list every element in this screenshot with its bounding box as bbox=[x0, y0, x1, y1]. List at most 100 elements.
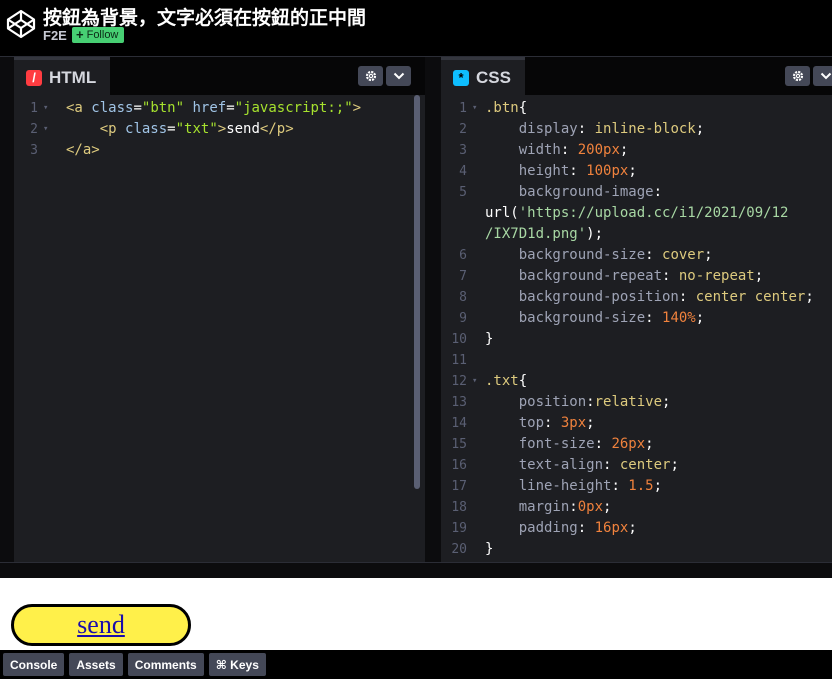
code-line[interactable]: 6 background-size: cover; bbox=[441, 245, 832, 266]
html-editor-pane: / HTML 1 ▾ <a class="btn" href="javascript… bbox=[14, 57, 425, 562]
code-token: background-position bbox=[518, 289, 679, 305]
line-number: 8 bbox=[459, 290, 467, 305]
code-token: ; bbox=[695, 121, 705, 137]
code-token: height bbox=[518, 163, 570, 179]
css-code-editor[interactable]: 1 ▾ .btn{2 display: inline-block; 3 width: … bbox=[441, 95, 832, 562]
code-token: center center bbox=[695, 289, 806, 305]
code-line[interactable]: 1 ▾ <a class="btn" href="javascript:;"> bbox=[14, 98, 425, 119]
code-text: text-align: center; bbox=[485, 455, 679, 476]
code-token: ; bbox=[670, 457, 679, 473]
code-token: = bbox=[167, 121, 176, 137]
code-line[interactable]: /IX7D1d.png'); bbox=[441, 224, 832, 245]
code-line[interactable]: 13 position:relative; bbox=[441, 392, 832, 413]
code-line[interactable]: 16 text-align: center; bbox=[441, 455, 832, 476]
code-line[interactable]: 2 display: inline-block; bbox=[441, 119, 832, 140]
code-line[interactable]: 1 ▾ .btn{ bbox=[441, 98, 832, 119]
author-name[interactable]: F2E bbox=[43, 28, 67, 43]
code-token: : bbox=[586, 394, 595, 410]
console-button[interactable]: Console bbox=[3, 653, 65, 676]
tab-css[interactable]: * CSS bbox=[441, 57, 525, 95]
assets-button[interactable]: Assets bbox=[69, 653, 123, 676]
line-number: 12 bbox=[451, 374, 467, 389]
code-token: 26px bbox=[611, 436, 646, 452]
code-line[interactable]: 19 padding: 16px; bbox=[441, 518, 832, 539]
line-number: 11 bbox=[451, 353, 467, 368]
line-number: 20 bbox=[451, 542, 467, 557]
plus-icon: + bbox=[76, 27, 84, 42]
css-settings-button[interactable] bbox=[785, 66, 810, 86]
pen-title[interactable]: 按鈕為背景，文字必須在按鈕的正中間 bbox=[43, 3, 366, 30]
code-token: } bbox=[485, 331, 494, 347]
css-collapse-button[interactable] bbox=[813, 66, 832, 86]
code-text: font-size: 26px; bbox=[485, 434, 654, 455]
fold-arrow-icon[interactable]: ▾ bbox=[472, 371, 477, 392]
codepen-logo-icon[interactable] bbox=[6, 9, 36, 39]
code-line[interactable]: 8 background-position: center center; bbox=[441, 287, 832, 308]
result-preview: send bbox=[0, 578, 832, 650]
code-token: 3px bbox=[560, 415, 587, 431]
comments-button[interactable]: Comments bbox=[127, 653, 204, 676]
preview-send-button[interactable]: send bbox=[11, 604, 191, 646]
css-asterisk-icon: * bbox=[453, 69, 469, 86]
fold-arrow-icon[interactable]: ▾ bbox=[43, 119, 48, 140]
code-text: padding: 16px; bbox=[485, 518, 637, 539]
code-token: background-repeat bbox=[518, 268, 663, 284]
code-token: class bbox=[91, 100, 134, 116]
code-token: </p> bbox=[259, 121, 294, 137]
code-text: display: inline-block; bbox=[485, 119, 704, 140]
code-token: : bbox=[569, 163, 587, 179]
line-number: 18 bbox=[451, 500, 467, 515]
code-text: background-size: 140%; bbox=[485, 308, 704, 329]
fold-arrow-icon[interactable]: ▾ bbox=[472, 98, 477, 119]
code-text: url('https://upload.cc/i1/2021/09/12 bbox=[485, 203, 788, 224]
line-number: 2 bbox=[30, 122, 38, 137]
follow-label: Follow bbox=[86, 29, 119, 41]
code-token: : bbox=[594, 436, 612, 452]
code-line[interactable]: 3 width: 200px; bbox=[441, 140, 832, 161]
keys-button[interactable]: ⌘ Keys bbox=[208, 653, 266, 676]
code-line[interactable]: url('https://upload.cc/i1/2021/09/12 bbox=[441, 203, 832, 224]
code-token: padding bbox=[518, 520, 578, 536]
code-line[interactable]: 4 height: 100px; bbox=[441, 161, 832, 182]
code-line[interactable]: 5 background-image: bbox=[441, 182, 832, 203]
fold-arrow-icon[interactable]: ▾ bbox=[43, 98, 48, 119]
code-token: cover bbox=[662, 247, 705, 263]
code-line[interactable]: 2 ▾ <p class="txt">send</p> bbox=[14, 119, 425, 140]
code-line[interactable]: 18 margin:0px; bbox=[441, 497, 832, 518]
code-token: position bbox=[518, 394, 587, 410]
chevron-down-icon bbox=[393, 72, 404, 80]
html-settings-button[interactable] bbox=[358, 66, 383, 86]
code-token: 0px bbox=[577, 499, 604, 515]
html-editor-scrollbar[interactable] bbox=[414, 95, 420, 489]
html-pane-header: / HTML bbox=[14, 57, 425, 95]
code-text: background-position: center center; bbox=[485, 287, 814, 308]
code-token: 16px bbox=[594, 520, 629, 536]
code-token: class bbox=[125, 121, 168, 137]
tab-html[interactable]: / HTML bbox=[14, 57, 111, 95]
code-line[interactable]: 14 top: 3px; bbox=[441, 413, 832, 434]
code-token: ; bbox=[628, 163, 637, 179]
code-token: background-size bbox=[518, 310, 646, 326]
code-line[interactable]: 10} bbox=[441, 329, 832, 350]
html-code-editor[interactable]: 1 ▾ <a class="btn" href="javascript:;"> 2 ▾ … bbox=[14, 95, 425, 562]
code-line[interactable]: 11 bbox=[441, 350, 832, 371]
code-line[interactable]: 20} bbox=[441, 539, 832, 560]
code-token: : bbox=[653, 184, 663, 200]
code-line[interactable]: 15 font-size: 26px; bbox=[441, 434, 832, 455]
code-line[interactable]: 12 ▾ .txt{ bbox=[441, 371, 832, 392]
code-token: relative bbox=[594, 394, 663, 410]
code-line[interactable]: 3 </a> bbox=[14, 140, 425, 161]
code-line[interactable]: 7 background-repeat: no-repeat; bbox=[441, 266, 832, 287]
html-collapse-button[interactable] bbox=[386, 66, 411, 86]
code-line[interactable]: 9 background-size: 140%; bbox=[441, 308, 832, 329]
preview-resize-handle[interactable] bbox=[0, 562, 832, 578]
line-number: 15 bbox=[451, 437, 467, 452]
follow-button[interactable]: + Follow bbox=[72, 27, 125, 43]
tab-css-label: CSS bbox=[476, 67, 511, 87]
code-line[interactable]: 17 line-height: 1.5; bbox=[441, 476, 832, 497]
